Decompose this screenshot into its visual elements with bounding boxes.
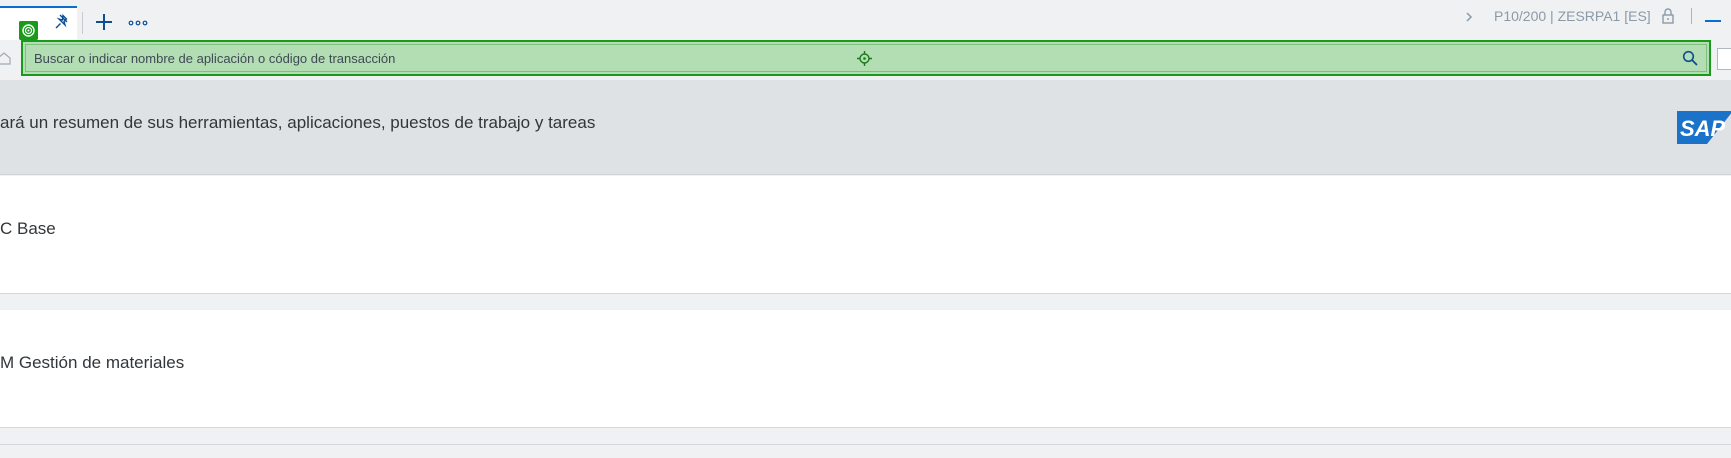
lock-icon[interactable] <box>1660 7 1676 25</box>
search-input[interactable] <box>25 44 1707 72</box>
side-panel-toggle[interactable] <box>1717 48 1731 70</box>
sap-logo: SAP <box>1677 111 1731 144</box>
card-label: M Gestión de materiales <box>0 353 185 372</box>
target-marker-icon <box>19 21 38 40</box>
system-info: P10/200 | ZESRPA1 [ES] <box>1494 8 1651 24</box>
pin-icon[interactable] <box>52 12 72 32</box>
card-base[interactable] <box>0 176 1731 294</box>
card-label: C Base <box>0 219 56 238</box>
home-icon[interactable] <box>0 51 12 65</box>
card-materials[interactable] <box>0 310 1731 428</box>
divider <box>0 444 1731 445</box>
sap-logo-text: SAP <box>1680 116 1726 141</box>
minimize-icon[interactable] <box>1705 20 1721 22</box>
chevron-right-icon[interactable] <box>1462 8 1476 26</box>
toolbar-separator <box>1691 8 1692 24</box>
more-icon[interactable] <box>128 17 148 27</box>
search-icon[interactable] <box>1682 50 1698 66</box>
banner-text: ará un resumen de sus herramientas, apli… <box>0 113 596 132</box>
plus-icon[interactable] <box>93 11 115 33</box>
tab-divider <box>82 12 83 34</box>
